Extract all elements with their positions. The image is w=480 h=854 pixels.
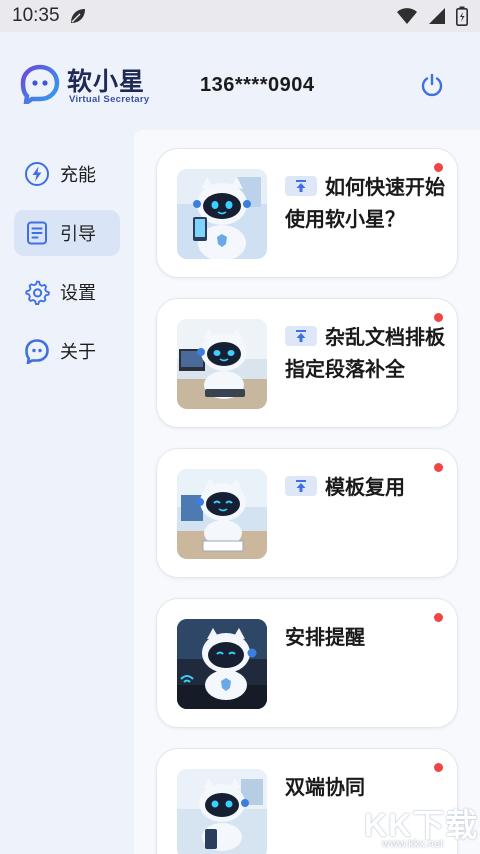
unread-dot	[434, 163, 443, 172]
sidebar-item-label: 设置	[60, 283, 96, 304]
app-logo-icon	[20, 64, 60, 104]
robot-reminder-image	[177, 619, 267, 709]
sidebar-item-label: 充能	[60, 165, 96, 186]
guide-card-title: 安排提醒	[285, 625, 365, 649]
unread-dot	[434, 313, 443, 322]
robot-thumbnail	[177, 619, 267, 709]
battery-icon	[456, 6, 468, 26]
robot-thumbnail	[177, 769, 267, 854]
robot-sync-image	[177, 769, 267, 854]
document-icon	[27, 221, 47, 245]
lightning-icon	[25, 162, 49, 186]
robot-notebook-image	[177, 469, 267, 559]
gear-icon	[25, 280, 50, 305]
sidebar-item-charge[interactable]: 充能	[14, 151, 120, 197]
site-watermark: KK下载 www.kkx.net	[362, 800, 480, 854]
user-phone-number: 136****0904	[200, 74, 315, 96]
guide-card-title: 模板复用	[285, 471, 447, 503]
guide-card[interactable]: 如何快速开始使用软小星？	[156, 148, 458, 278]
pin-top-icon	[285, 176, 317, 196]
guide-card-list: 如何快速开始使用软小星？ 杂乱文档排板指定段落补全 模板复用 安排提醒 双端协同	[134, 130, 480, 854]
sidebar-nav: 充能 引导 设置 关于	[0, 130, 134, 854]
guide-card[interactable]: 模板复用	[156, 448, 458, 578]
leaf-icon	[70, 9, 85, 23]
sidebar-item-label: 关于	[60, 342, 96, 363]
robot-thumbnail	[177, 169, 267, 259]
pin-top-icon	[285, 326, 317, 346]
brand-title: 软小星	[67, 67, 146, 96]
guide-card-title: 如何快速开始使用软小星？	[285, 175, 445, 231]
watermark-url: www.kkx.net	[382, 838, 444, 850]
robot-thumbnail	[177, 469, 267, 559]
signal-icon	[429, 8, 445, 24]
unread-dot	[434, 763, 443, 772]
guide-card-title: 双端协同	[285, 775, 365, 799]
robot-thumbnail	[177, 319, 267, 409]
sidebar-item-about[interactable]: 关于	[14, 328, 120, 374]
unread-dot	[434, 613, 443, 622]
sidebar-item-settings[interactable]: 设置	[14, 269, 120, 315]
robot-phone-image	[177, 169, 267, 259]
status-time: 10:35	[12, 5, 60, 26]
power-icon[interactable]	[418, 71, 446, 99]
chat-logo-icon	[25, 339, 49, 364]
status-bar: 10:35	[0, 0, 480, 32]
guide-card[interactable]: 安排提醒	[156, 598, 458, 728]
app-header: 软小星 Virtual Secretary 136****0904	[0, 32, 480, 130]
wifi-icon	[397, 8, 417, 24]
sidebar-item-guide[interactable]: 引导	[14, 210, 120, 256]
unread-dot	[434, 463, 443, 472]
pin-top-icon	[285, 476, 317, 496]
robot-desk-image	[177, 319, 267, 409]
guide-card-title: 杂乱文档排板指定段落补全	[285, 325, 445, 381]
sidebar-item-label: 引导	[60, 224, 96, 245]
brand-subtitle: Virtual Secretary	[69, 94, 150, 105]
guide-card[interactable]: 杂乱文档排板指定段落补全	[156, 298, 458, 428]
